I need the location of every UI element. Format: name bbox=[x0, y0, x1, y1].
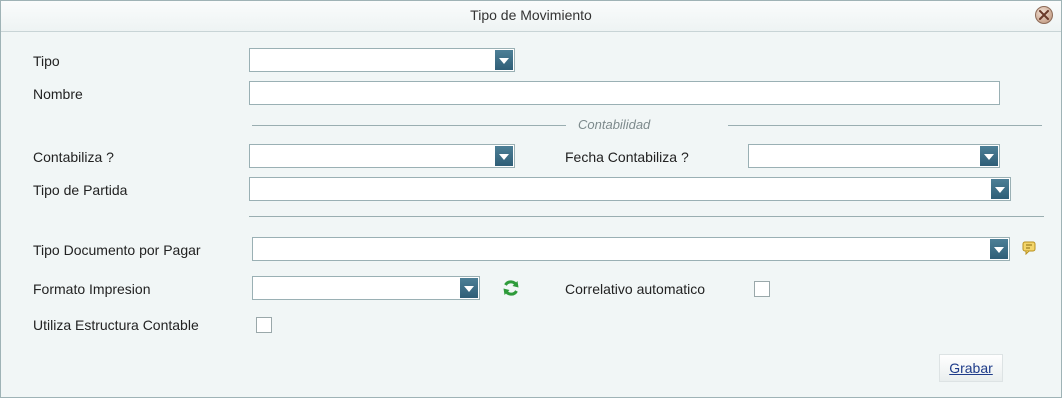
contabilidad-divider-left bbox=[252, 125, 566, 126]
title-bar: Tipo de Movimiento bbox=[1, 1, 1061, 32]
formato-impresion-label: Formato Impresion bbox=[33, 281, 151, 297]
chevron-down-icon[interactable] bbox=[495, 50, 513, 70]
tipo-select[interactable] bbox=[249, 48, 515, 72]
refresh-icon[interactable] bbox=[502, 279, 520, 297]
tipo-partida-label: Tipo de Partida bbox=[33, 182, 128, 198]
utiliza-estructura-checkbox[interactable] bbox=[256, 317, 272, 333]
nombre-input[interactable] bbox=[249, 81, 1000, 105]
save-button[interactable]: Grabar bbox=[939, 354, 1003, 382]
correlativo-label: Correlativo automatico bbox=[565, 281, 706, 297]
chevron-down-icon[interactable] bbox=[980, 146, 998, 166]
utiliza-estructura-label: Utiliza Estructura Contable bbox=[33, 317, 199, 333]
dialog-title: Tipo de Movimiento bbox=[470, 7, 592, 23]
dialog-window: Tipo de Movimiento Tipo Nombre Contabili… bbox=[0, 0, 1062, 398]
fecha-contabiliza-select[interactable] bbox=[748, 144, 1000, 168]
contabilidad-legend: Contabilidad bbox=[578, 117, 651, 132]
tipo-documento-select[interactable] bbox=[252, 237, 1010, 261]
chevron-down-icon[interactable] bbox=[495, 146, 513, 166]
chevron-down-icon[interactable] bbox=[991, 179, 1009, 199]
chevron-down-icon[interactable] bbox=[460, 278, 478, 298]
close-icon bbox=[1039, 10, 1049, 20]
nombre-label: Nombre bbox=[33, 86, 83, 102]
formato-impresion-select[interactable] bbox=[252, 276, 480, 300]
correlativo-checkbox[interactable] bbox=[754, 281, 770, 297]
contabiliza-select[interactable] bbox=[249, 144, 515, 168]
section-divider bbox=[249, 216, 1044, 217]
contabilidad-divider-right bbox=[728, 125, 1042, 126]
tipo-label: Tipo bbox=[33, 53, 60, 69]
tipo-documento-label: Tipo Documento por Pagar bbox=[33, 242, 201, 258]
note-icon[interactable] bbox=[1022, 241, 1036, 255]
fecha-contabiliza-label: Fecha Contabiliza ? bbox=[565, 149, 689, 165]
contabiliza-label: Contabiliza ? bbox=[33, 149, 114, 165]
tipo-partida-select[interactable] bbox=[249, 177, 1011, 201]
close-button[interactable] bbox=[1035, 6, 1053, 24]
chevron-down-icon[interactable] bbox=[990, 239, 1008, 259]
